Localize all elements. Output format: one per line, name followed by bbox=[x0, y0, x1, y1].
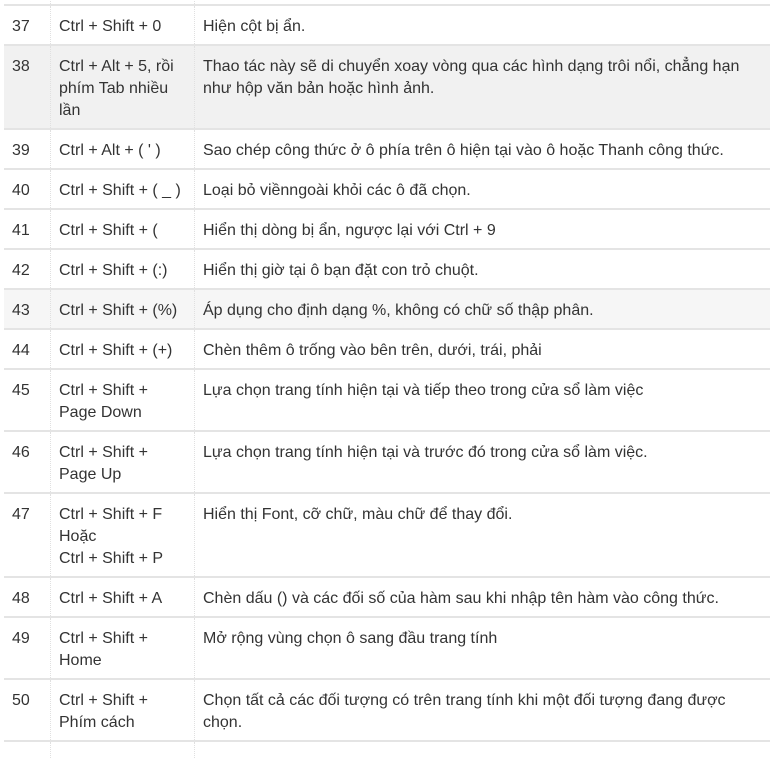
table-row: 46 Ctrl + Shift + Page Up Lựa chọn trang t… bbox=[4, 430, 770, 493]
shortcut-keys: Ctrl + Shift + ( bbox=[50, 208, 195, 249]
table-row: 42 Ctrl + Shift + (:) Hiển thị giờ tại ô b… bbox=[4, 248, 770, 289]
shortcut-description: Hiện cột bị ẩn. bbox=[194, 4, 770, 45]
shortcut-key-line: Ctrl + Shift + F bbox=[59, 506, 163, 523]
table-row: 39 Ctrl + Alt + ( ' ) Sao chép công thức ở… bbox=[4, 128, 770, 169]
shortcut-keys: Ctrl + Shift + Phím cách bbox=[50, 678, 195, 741]
table-row: 43 Ctrl + Shift + (%) Áp dụng cho định dạn… bbox=[4, 288, 770, 329]
table-row: 48 Ctrl + Shift + A Chèn dấu () và các đối… bbox=[4, 576, 770, 617]
shortcut-keys: Ctrl + Shift + Home bbox=[50, 616, 195, 679]
row-number: 37 bbox=[4, 4, 51, 45]
shortcut-key-line: Ctrl + Shift + (+) bbox=[59, 342, 173, 359]
shortcut-key-line: Ctrl + Shift + ( bbox=[59, 222, 158, 239]
shortcut-keys: Ctrl + Alt + 5, rồi phím Tab nhiều lần bbox=[50, 44, 195, 129]
table-row: 49 Ctrl + Shift + Home Mở rộng vùng chọn ô… bbox=[4, 616, 770, 679]
shortcut-key-line: Ctrl + Shift + (:) bbox=[59, 262, 168, 279]
table-row: 41 Ctrl + Shift + ( Hiển thị dòng bị ẩn, n… bbox=[4, 208, 770, 249]
shortcut-description: Lựa chọn trang tính hiện tại và tiếp the… bbox=[194, 368, 770, 431]
shortcut-key-line: Ctrl + Shift + ( _ ) bbox=[59, 182, 181, 199]
shortcut-key-line: Ctrl + Shift + P bbox=[59, 550, 164, 567]
row-number: 48 bbox=[4, 576, 51, 617]
row-number: 43 bbox=[4, 288, 51, 329]
row-number: 38 bbox=[4, 44, 51, 129]
shortcut-keys: Ctrl + Shift + (%) bbox=[50, 288, 195, 329]
shortcut-key-line: Ctrl + Alt + 5, rồi phím Tab nhiều lần bbox=[59, 58, 174, 119]
row-number: 39 bbox=[4, 128, 51, 169]
shortcut-description: Áp dụng cho định dạng %, không có chữ số… bbox=[194, 288, 770, 329]
shortcut-description: Mở rộng vùng chọn ô sang đầu trang tính bbox=[194, 616, 770, 679]
shortcut-keys: Ctrl + Shift + ( _ ) bbox=[50, 168, 195, 209]
shortcut-keys: Ctrl + Shift + 0 bbox=[50, 4, 195, 45]
shortcut-description: Hiển thị dòng bị ẩn, ngược lại với Ctrl … bbox=[194, 208, 770, 249]
row-number: 44 bbox=[4, 328, 51, 369]
row-number bbox=[4, 740, 51, 758]
table-row: 47 Ctrl + Shift + F Hoặc Ctrl + Shift + P Hi… bbox=[4, 492, 770, 577]
shortcut-description: Loại bỏ viềnngoài khỏi các ô đã chọn. bbox=[194, 168, 770, 209]
shortcut-description: Hiển thị giờ tại ô bạn đặt con trỏ chuột… bbox=[194, 248, 770, 289]
table-row: 45 Ctrl + Shift + Page Down Lựa chọn trang… bbox=[4, 368, 770, 431]
table-row bbox=[4, 740, 770, 758]
shortcut-keys: Ctrl + Shift + Page Down bbox=[50, 368, 195, 431]
shortcut-keys bbox=[50, 740, 195, 758]
row-number: 50 bbox=[4, 678, 51, 741]
shortcut-key-line: Hoặc bbox=[59, 528, 97, 545]
shortcut-keys: Ctrl + Shift + (:) bbox=[50, 248, 195, 289]
table-row: 44 Ctrl + Shift + (+) Chèn thêm ô trống và… bbox=[4, 328, 770, 369]
row-number: 46 bbox=[4, 430, 51, 493]
shortcut-keys: Ctrl + Shift + A bbox=[50, 576, 195, 617]
shortcut-key-line: Ctrl + Shift + Page Up bbox=[59, 444, 148, 483]
shortcut-keys: Ctrl + Shift + (+) bbox=[50, 328, 195, 369]
shortcut-key-line: Ctrl + Shift + (%) bbox=[59, 302, 178, 319]
table-row: 38 Ctrl + Alt + 5, rồi phím Tab nhiều lần… bbox=[4, 44, 770, 129]
shortcut-keys: Ctrl + Alt + ( ' ) bbox=[50, 128, 195, 169]
shortcut-description: Thao tác này sẽ di chuyển xoay vòng qua … bbox=[194, 44, 770, 129]
row-number: 41 bbox=[4, 208, 51, 249]
shortcut-key-line: Ctrl + Shift + Phím cách bbox=[59, 692, 148, 731]
table-row: 37 Ctrl + Shift + 0 Hiện cột bị ẩn. bbox=[4, 4, 770, 45]
shortcut-keys: Ctrl + Shift + F Hoặc Ctrl + Shift + P bbox=[50, 492, 195, 577]
shortcut-table: 3637Ctrl + Shift + 0Hiện cột bị ẩn.38Ctr… bbox=[4, 0, 770, 758]
shortcut-keys: Ctrl + Shift + Page Up bbox=[50, 430, 195, 493]
row-number: 45 bbox=[4, 368, 51, 431]
shortcut-description: Lựa chọn trang tính hiện tại và trước đó… bbox=[194, 430, 770, 493]
shortcut-key-line: Ctrl + Shift + 0 bbox=[59, 18, 162, 35]
shortcut-description: Chọn tất cả các đối tượng có trên trang … bbox=[194, 678, 770, 741]
shortcut-description: Chèn dấu () và các đối số của hàm sau kh… bbox=[194, 576, 770, 617]
table-row: 50 Ctrl + Shift + Phím cách Chọn tất cả cá… bbox=[4, 678, 770, 741]
shortcut-description: Sao chép công thức ở ô phía trên ô hiện … bbox=[194, 128, 770, 169]
shortcut-key-line: Ctrl + Shift + Home bbox=[59, 630, 148, 669]
shortcut-key-line: Ctrl + Alt + ( ' ) bbox=[59, 142, 161, 159]
table-row: 40 Ctrl + Shift + ( _ ) Loại bỏ viềnngoài … bbox=[4, 168, 770, 209]
shortcut-key-line: Ctrl + Shift + Page Down bbox=[59, 382, 148, 421]
row-number: 42 bbox=[4, 248, 51, 289]
row-number: 49 bbox=[4, 616, 51, 679]
shortcut-description bbox=[194, 740, 770, 758]
row-number: 47 bbox=[4, 492, 51, 577]
row-number: 40 bbox=[4, 168, 51, 209]
shortcut-description: Chèn thêm ô trống vào bên trên, dưới, tr… bbox=[194, 328, 770, 369]
shortcut-key-line: Ctrl + Shift + A bbox=[59, 590, 163, 607]
shortcut-description: Hiển thị Font, cỡ chữ, màu chữ để thay đ… bbox=[194, 492, 770, 577]
